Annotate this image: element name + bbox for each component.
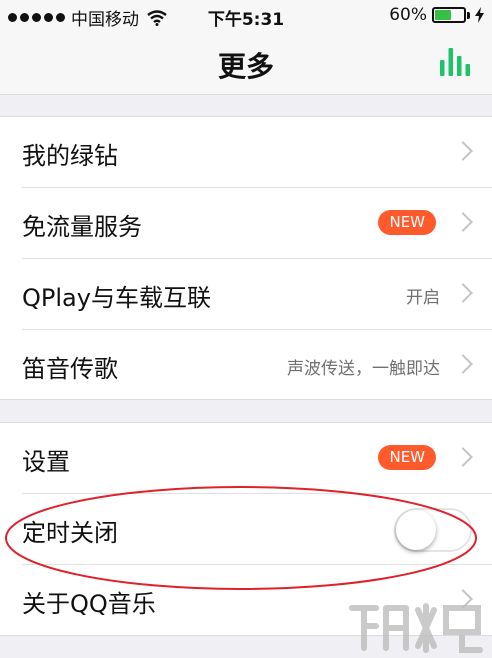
menu-item-label: 关于QQ音乐: [22, 590, 156, 618]
menu-item-label: QPlay与车载互联: [22, 284, 211, 312]
chevron-right-icon: [453, 283, 473, 303]
chevron-right-icon: [453, 589, 473, 609]
menu-item-label: 免流量服务: [22, 213, 142, 241]
toggle-knob: [396, 510, 436, 550]
status-bar: 中国移动 下午5:31 60%: [0, 0, 492, 30]
nav-bar: 更多: [0, 30, 492, 95]
menu-item-label: 笛音传歌: [22, 355, 118, 383]
menu-item-sleep-timer: 定时关闭: [22, 494, 492, 565]
menu-item-detail: 开启: [406, 288, 440, 308]
menu-item-qplay[interactable]: QPlay与车载互联 开启: [22, 259, 492, 330]
menu-item-settings[interactable]: 设置 NEW: [22, 423, 492, 494]
menu-item-label: 我的绿钻: [22, 142, 118, 170]
chevron-right-icon: [453, 447, 473, 467]
menu-section-2: 设置 NEW 定时关闭 关于QQ音乐: [0, 422, 492, 636]
new-badge: NEW: [378, 210, 436, 235]
menu-item-detail: 声波传送，一触即达: [287, 359, 440, 379]
battery-percent: 60%: [389, 5, 427, 25]
equalizer-bars-icon[interactable]: [440, 46, 470, 76]
battery-icon: [432, 7, 466, 23]
status-right: 60%: [389, 5, 484, 25]
menu-item-label: 设置: [22, 448, 70, 476]
menu-section-1: 我的绿钻 免流量服务 NEW QPlay与车载互联 开启 笛音传歌 声波传送，一…: [0, 116, 492, 400]
chevron-right-icon: [453, 141, 473, 161]
menu-item-free-data[interactable]: 免流量服务 NEW: [22, 188, 492, 259]
menu-item-green-diamond[interactable]: 我的绿钻: [22, 117, 492, 188]
chevron-right-icon: [453, 354, 473, 374]
new-badge: NEW: [378, 445, 436, 470]
menu-item-label: 定时关闭: [22, 519, 118, 547]
sleep-timer-toggle[interactable]: [394, 508, 472, 552]
page-title: 更多: [217, 50, 274, 83]
charging-bolt-icon: [475, 7, 484, 23]
menu-item-about[interactable]: 关于QQ音乐: [22, 565, 492, 635]
menu-item-whistle-song[interactable]: 笛音传歌 声波传送，一触即达: [22, 330, 492, 400]
chevron-right-icon: [453, 212, 473, 232]
